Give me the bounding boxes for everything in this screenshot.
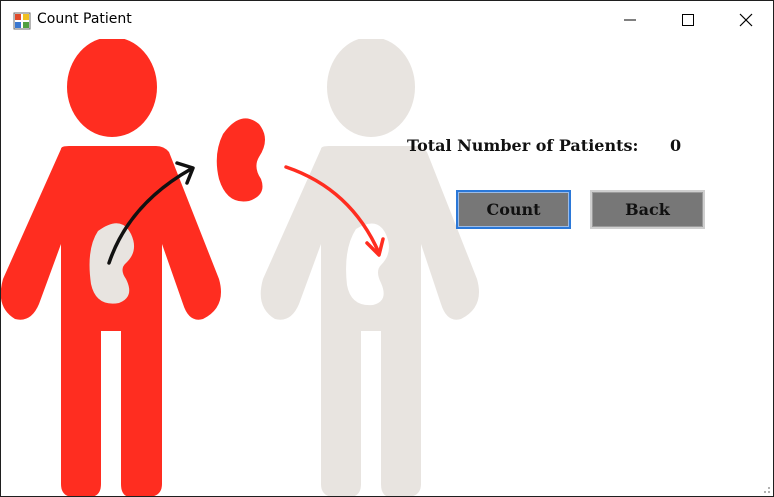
kidney-transplant-illustration — [1, 39, 479, 496]
window-title: Count Patient — [37, 11, 132, 27]
back-button[interactable]: Back — [590, 190, 705, 229]
total-patients-label: Total Number of Patients: — [407, 136, 639, 155]
minimize-button[interactable] — [601, 1, 659, 39]
close-button[interactable] — [717, 1, 773, 39]
kidney-icon — [216, 118, 265, 202]
resize-grip-icon[interactable] — [761, 484, 771, 494]
maximize-icon — [682, 14, 694, 26]
maximize-button[interactable] — [659, 1, 717, 39]
count-button[interactable]: Count — [456, 190, 571, 229]
count-patient-window: Count Patient Total Number of Patients: … — [0, 0, 774, 497]
title-bar[interactable]: Count Patient — [1, 1, 773, 39]
client-area: Total Number of Patients: 0 Count Back — [1, 39, 773, 496]
minimize-icon — [624, 19, 636, 21]
close-icon — [739, 13, 753, 27]
total-patients-value: 0 — [670, 136, 682, 155]
form-icon — [13, 12, 31, 30]
